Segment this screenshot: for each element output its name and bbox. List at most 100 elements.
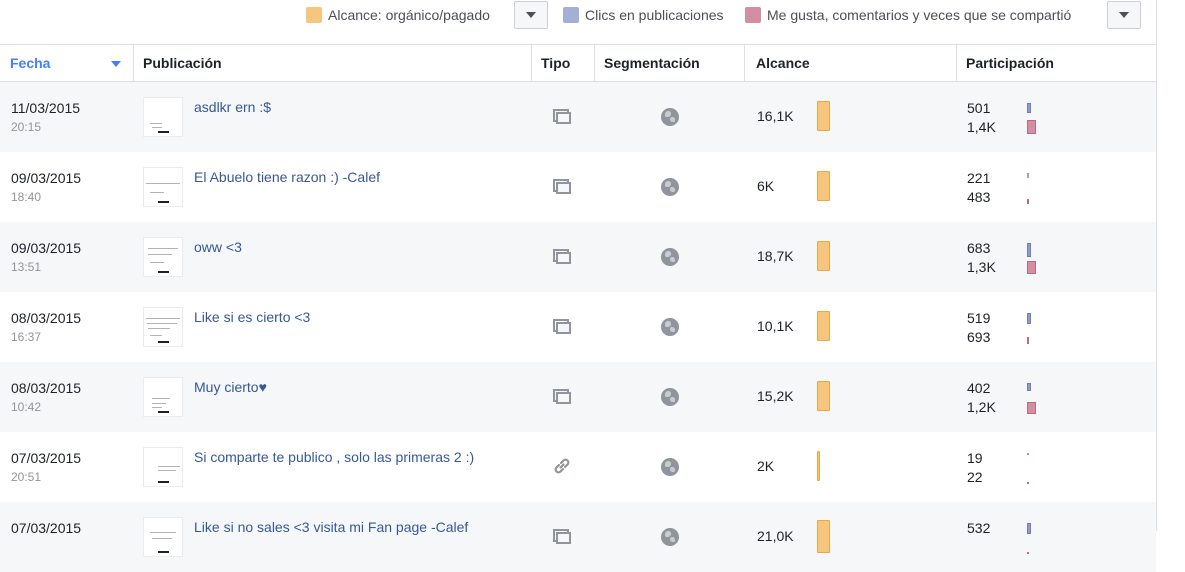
chevron-down-icon [526,12,536,18]
post-date: 08/03/2015 [11,380,82,396]
post-thumbnail[interactable] [143,377,183,417]
reach-bar [817,381,830,411]
legend-reach: Alcance: orgánico/pagado [306,5,490,25]
post-thumbnail[interactable] [143,237,183,277]
table-row[interactable]: 11/03/2015 20:15 asdlkr ern :$ 16,1K 501 1,4K [0,82,1156,152]
reach-value: 2K [757,458,775,474]
table-row[interactable]: 08/03/2015 16:37 Like si es cierto <3 10,1K… [0,292,1156,362]
post-time: 20:51 [11,470,42,484]
post-date: 11/03/2015 [11,100,81,116]
photo-icon [552,106,572,126]
link-icon [552,456,572,476]
post-date: 09/03/2015 [11,170,82,186]
post-thumbnail[interactable] [143,307,183,347]
globe-icon [661,108,679,126]
legend-reach-label: Alcance: orgánico/pagado [328,7,490,23]
post-time: 20:15 [11,120,42,134]
engagement-bar [1027,402,1036,414]
post-thumbnail[interactable] [143,167,183,207]
post-title-link[interactable]: oww <3 [194,239,242,255]
clicks-swatch [563,7,579,23]
photo-icon [552,386,572,406]
legend-engagement-label: Me gusta, comentarios y veces que se com… [767,7,1072,23]
page-margin [1157,0,1185,531]
clicks-bar [1027,313,1031,324]
column-header-label: Tipo [541,55,571,71]
photo-icon [552,316,572,336]
globe-icon [661,318,679,336]
globe-icon [661,248,679,266]
globe-icon [661,388,679,406]
engagement-value: 483 [967,189,991,205]
column-header-participacion[interactable]: Participación [956,45,1156,81]
column-header-segmentacion[interactable]: Segmentación [594,45,744,81]
post-thumbnail[interactable] [143,97,183,137]
chevron-down-icon [1119,12,1129,18]
post-date: 09/03/2015 [11,240,82,256]
clicks-bar [1027,243,1031,257]
reach-value: 10,1K [757,318,794,334]
photo-icon [552,176,572,196]
engagement-dropdown-button[interactable] [1107,1,1141,29]
column-header-label: Segmentación [604,55,700,71]
column-header-alcance[interactable]: Alcance [746,45,956,81]
table-body: 11/03/2015 20:15 asdlkr ern :$ 16,1K 501 1,4K… [0,82,1156,572]
engagement-bar [1027,482,1029,484]
insights-panel: Alcance: orgánico/pagado Clics en public… [0,0,1157,572]
post-time: 10:42 [11,400,42,414]
clicks-value: 402 [967,380,991,396]
reach-value: 18,7K [757,248,794,264]
reach-bar [817,520,830,553]
clicks-bar [1027,103,1031,113]
post-title-link[interactable]: Like si es cierto <3 [194,309,310,325]
metric-dropdown-button[interactable] [514,1,548,29]
engagement-value: 1,4K [967,119,996,135]
post-title-link[interactable]: El Abuelo tiene razon :) -Calef [194,169,380,185]
post-title-link[interactable]: asdlkr ern :$ [194,99,271,115]
reach-swatch [306,7,322,23]
table-row[interactable]: 07/03/2015 20:51 Si comparte te publico , … [0,432,1156,502]
column-header-tipo[interactable]: Tipo [531,45,594,81]
clicks-value: 501 [967,100,991,116]
globe-icon [661,178,679,196]
clicks-value: 532 [967,520,991,536]
engagement-bar [1027,261,1036,274]
clicks-value: 221 [967,170,991,186]
post-title-link[interactable]: Si comparte te publico , solo las primer… [194,449,474,465]
post-thumbnail[interactable] [143,517,183,557]
reach-bar [817,171,830,201]
post-time: 18:40 [11,190,42,204]
photo-icon [552,246,572,266]
table-row[interactable]: 09/03/2015 18:40 El Abuelo tiene razon :) … [0,152,1156,222]
engagement-bar [1027,120,1036,134]
table-row[interactable]: 08/03/2015 10:42 Muy cierto♥ 15,2K 402 1,2K [0,362,1156,432]
post-title-link[interactable]: Muy cierto♥ [194,379,267,395]
clicks-value: 19 [967,450,983,466]
sort-down-icon [111,61,121,67]
post-date: 07/03/2015 [11,520,82,536]
table-row[interactable]: 09/03/2015 13:51 oww <3 18,7K 683 1,3K [0,222,1156,292]
legend-engagement: Me gusta, comentarios y veces que se com… [745,5,1071,25]
chart-legend: Alcance: orgánico/pagado Clics en public… [0,0,1156,44]
column-header-label: Participación [966,55,1054,71]
clicks-bar [1027,453,1029,455]
engagement-value: 693 [967,329,991,345]
engagement-value: 1,2K [967,399,996,415]
reach-value: 21,0K [757,528,794,544]
engagement-swatch [745,7,761,23]
engagement-value: 22 [967,469,983,485]
reach-bar [817,451,820,481]
reach-bar [817,101,830,131]
legend-clicks: Clics en publicaciones [563,5,724,25]
legend-clicks-label: Clics en publicaciones [585,7,724,23]
column-header-label: Alcance [756,55,810,71]
table-row[interactable]: 07/03/2015 Like si no sales <3 visita mi … [0,502,1156,572]
posts-table: Fecha Publicación Tipo Segmentación Alca… [0,44,1156,572]
post-thumbnail[interactable] [143,447,183,487]
column-header-publicacion[interactable]: Publicación [133,45,531,81]
post-title-link[interactable]: Like si no sales <3 visita mi Fan page -… [194,519,468,535]
column-header-fecha[interactable]: Fecha [0,45,133,81]
clicks-bar [1027,523,1031,534]
reach-value: 6K [757,178,775,194]
reach-value: 16,1K [757,108,794,124]
